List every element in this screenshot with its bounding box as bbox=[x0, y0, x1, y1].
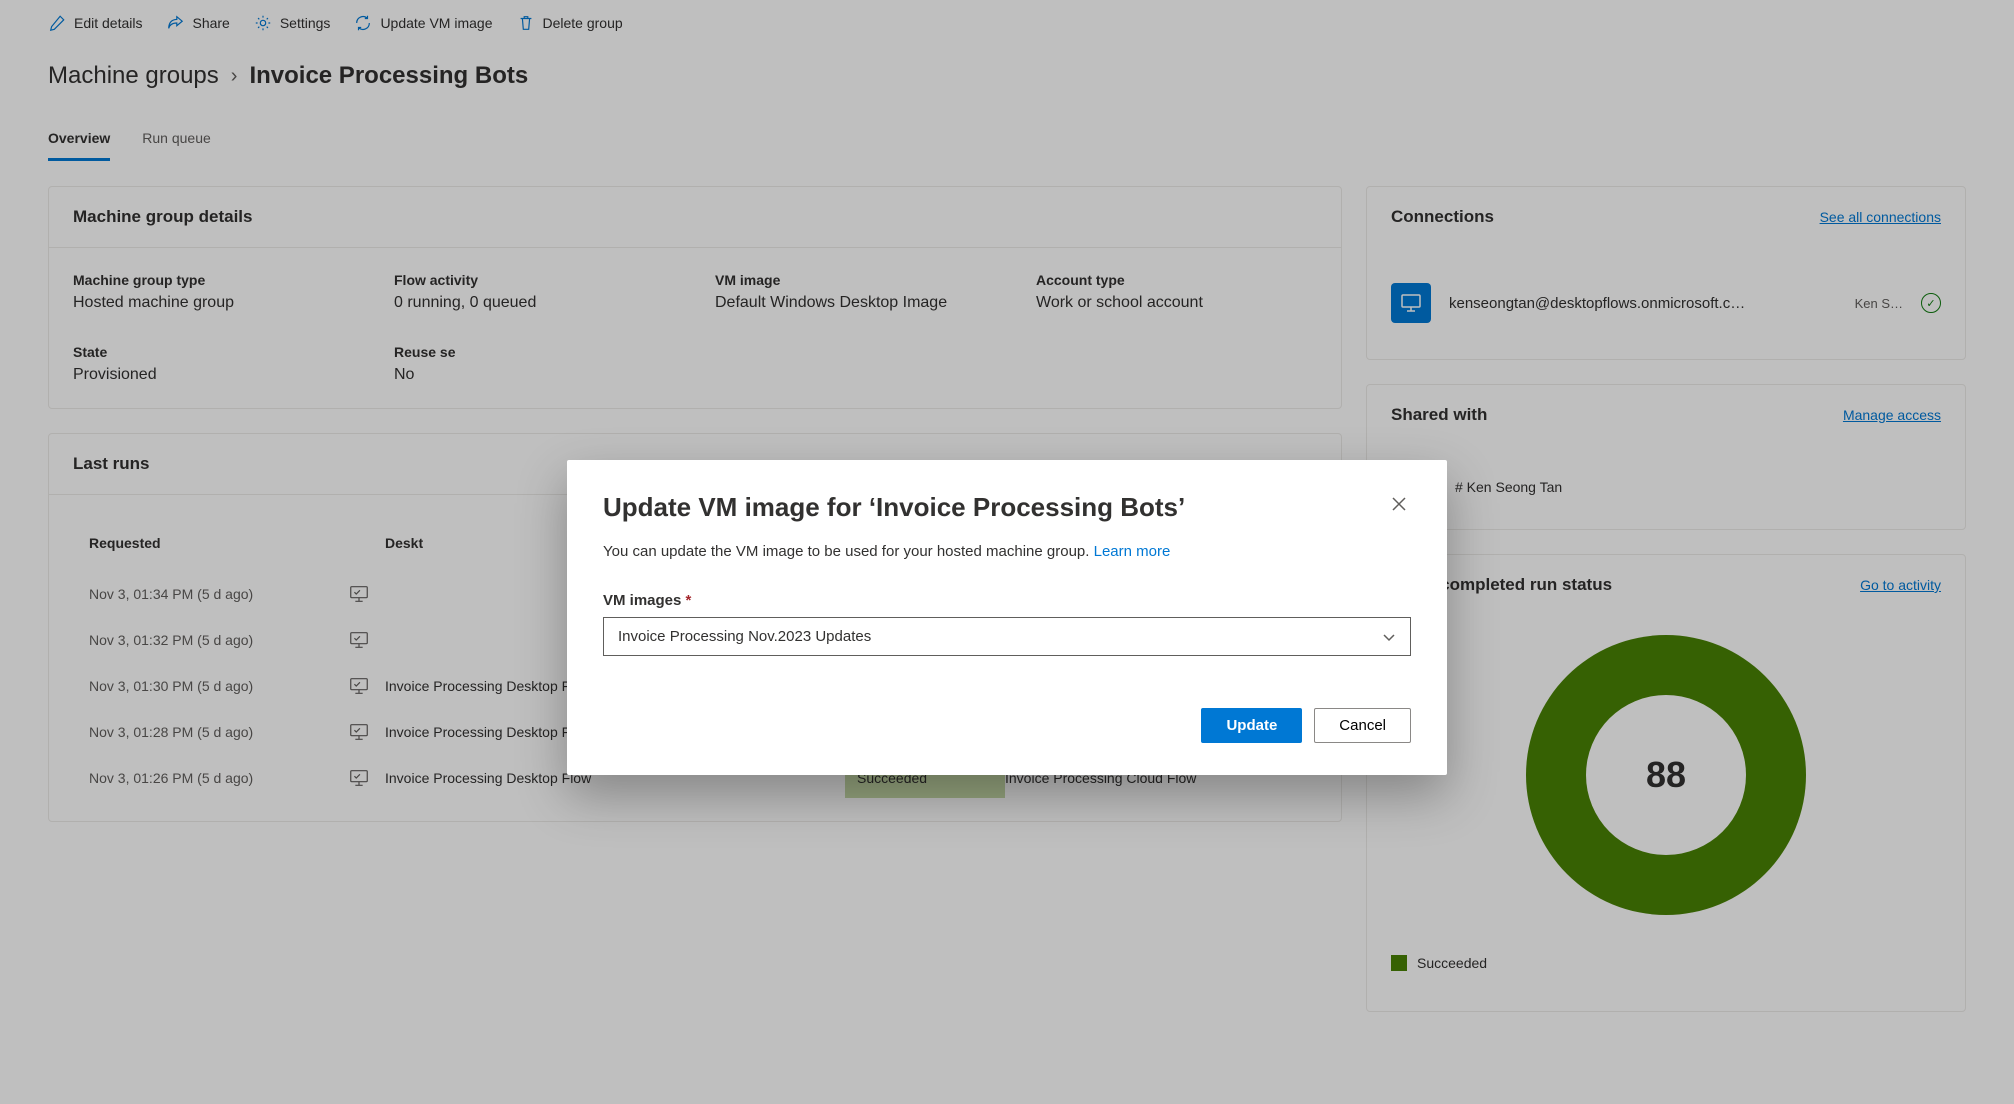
update-button[interactable]: Update bbox=[1201, 708, 1302, 743]
vm-images-select[interactable]: Invoice Processing Nov.2023 Updates bbox=[603, 617, 1411, 656]
modal-overlay[interactable]: Update VM image for ‘Invoice Processing … bbox=[0, 0, 2014, 1104]
update-vm-modal: Update VM image for ‘Invoice Processing … bbox=[567, 460, 1447, 775]
close-icon bbox=[1391, 496, 1407, 512]
modal-close-button[interactable] bbox=[1387, 492, 1411, 521]
vm-images-selected-value: Invoice Processing Nov.2023 Updates bbox=[618, 628, 871, 645]
cancel-button[interactable]: Cancel bbox=[1314, 708, 1411, 743]
vm-images-label: VM images * bbox=[603, 592, 1411, 609]
modal-description: You can update the VM image to be used f… bbox=[603, 543, 1411, 560]
modal-title: Update VM image for ‘Invoice Processing … bbox=[603, 492, 1185, 523]
learn-more-link[interactable]: Learn more bbox=[1094, 543, 1171, 560]
chevron-down-icon bbox=[1382, 630, 1396, 644]
